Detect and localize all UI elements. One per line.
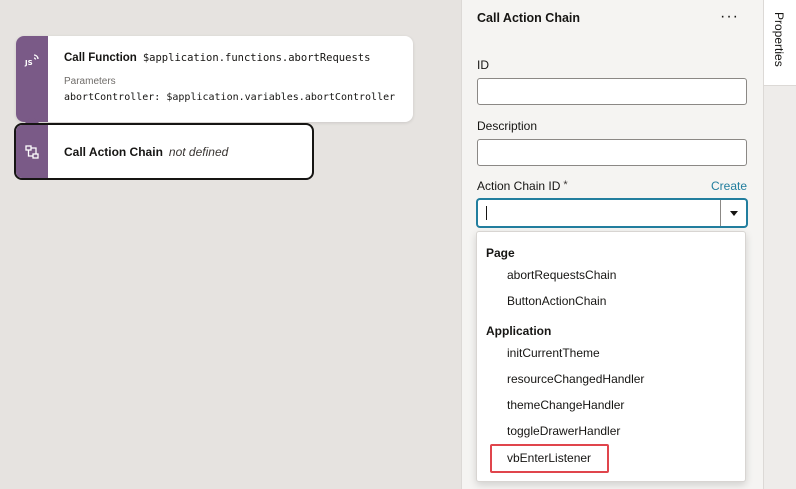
action-chain-dropdown: Page abortRequestsChain ButtonActionChai… — [476, 231, 746, 482]
tab-properties[interactable]: Properties — [764, 0, 796, 86]
node-stripe — [16, 125, 48, 178]
node-stripe: JS — [16, 36, 48, 122]
option-resource-changed-handler[interactable]: resourceChangedHandler — [507, 372, 644, 386]
description-label: Description — [477, 119, 538, 133]
parameter-value: $application.variables.abortController — [166, 92, 396, 103]
panel-title: Call Action Chain — [477, 11, 581, 25]
function-reference: $application.functions.abortRequests — [142, 52, 371, 64]
required-marker: * — [563, 179, 568, 191]
node-label: Call Action Chain — [64, 144, 163, 159]
action-chain-icon — [25, 144, 39, 159]
svg-text:JS: JS — [24, 59, 33, 67]
description-input[interactable] — [477, 139, 747, 166]
parameter-name: abortController: — [64, 92, 161, 103]
js-function-icon: JS — [24, 54, 39, 67]
option-theme-change-handler[interactable]: themeChangeHandler — [507, 398, 624, 412]
node-value: not defined — [168, 144, 229, 159]
action-chain-id-label: Action Chain ID * — [477, 179, 568, 193]
option-vb-enter-listener[interactable]: vbEnterListener — [507, 451, 591, 465]
group-page-label: Page — [486, 246, 515, 260]
side-tab-strip: Properties — [763, 0, 796, 489]
id-label: ID — [477, 58, 489, 72]
id-input[interactable] — [477, 78, 747, 105]
call-function-node[interactable]: JS Call Function $application.functions.… — [16, 36, 413, 122]
option-button-action-chain[interactable]: ButtonActionChain — [507, 294, 606, 308]
action-chain-canvas: JS Call Function $application.functions.… — [0, 0, 461, 489]
tab-properties-label: Properties — [772, 12, 786, 67]
call-action-chain-node[interactable]: Call Action Chain not defined — [14, 123, 314, 180]
parameters-heading: Parameters — [64, 76, 116, 87]
action-chain-id-label-text: Action Chain ID — [477, 179, 561, 193]
create-link[interactable]: Create — [711, 179, 747, 193]
node-label: Call Function — [64, 52, 137, 64]
group-application-label: Application — [486, 324, 552, 338]
option-abort-requests-chain[interactable]: abortRequestsChain — [507, 268, 616, 282]
more-options-button[interactable]: ··· — [720, 8, 739, 26]
chevron-down-icon — [729, 210, 738, 216]
dropdown-toggle-button[interactable] — [720, 200, 746, 226]
option-init-current-theme[interactable]: initCurrentTheme — [507, 346, 600, 360]
option-toggle-drawer-handler[interactable]: toggleDrawerHandler — [507, 424, 620, 438]
action-chain-id-combobox[interactable] — [477, 199, 747, 227]
